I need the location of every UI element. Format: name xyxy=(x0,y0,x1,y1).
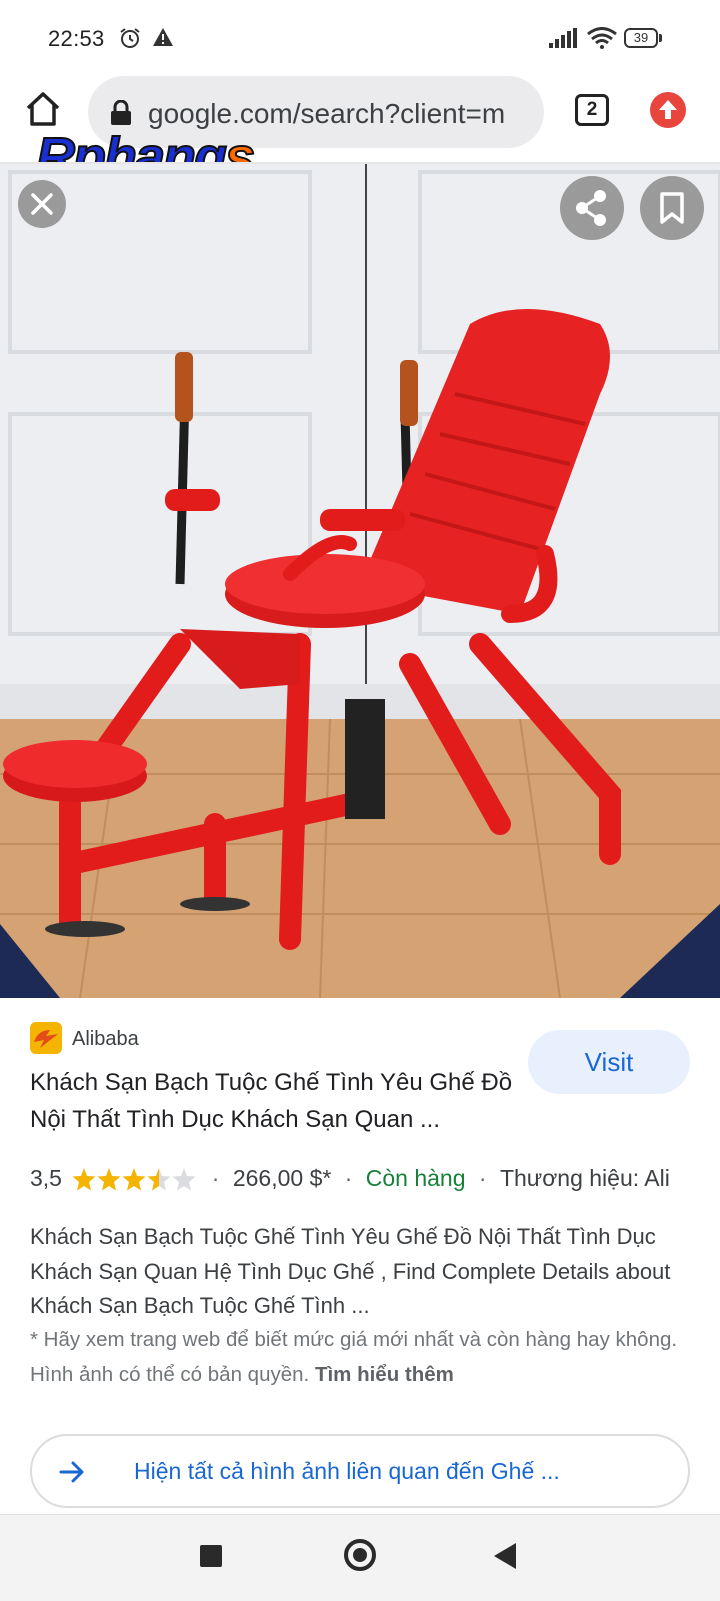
learn-more-link[interactable]: Tìm hiểu thêm xyxy=(315,1363,454,1386)
battery-icon: 39 xyxy=(624,28,664,50)
brand: Thương hiệu: Ali xyxy=(499,1165,670,1192)
signal-icon xyxy=(549,28,577,48)
save-bookmark-button[interactable] xyxy=(640,176,704,240)
stock-status: Còn hàng xyxy=(365,1165,466,1192)
source-name[interactable]: Alibaba xyxy=(72,1028,139,1051)
wifi-icon xyxy=(587,27,617,49)
home-button[interactable] xyxy=(344,1539,376,1571)
alibaba-logo-icon xyxy=(30,1022,62,1054)
visit-button[interactable]: Visit xyxy=(528,1030,690,1094)
close-button[interactable] xyxy=(18,180,66,228)
result-description: Khách Sạn Bạch Tuộc Ghế Tình Yêu Ghế Đồ … xyxy=(30,1224,671,1318)
browser-toolbar: google.com/search?client=m 2 Rphangs .NE… xyxy=(0,70,720,204)
result-title[interactable]: Khách Sạn Bạch Tuộc Ghế Tình Yêu Ghế Đồ … xyxy=(30,1064,520,1138)
back-button[interactable] xyxy=(494,1543,516,1569)
bookmark-icon xyxy=(660,192,684,224)
system-nav-bar xyxy=(0,1514,720,1601)
arrow-right-icon xyxy=(59,1461,84,1483)
home-icon[interactable] xyxy=(24,90,62,128)
recent-apps-button[interactable] xyxy=(200,1545,222,1567)
share-icon xyxy=(576,190,606,226)
warning-icon xyxy=(153,28,173,46)
star-rating-icon xyxy=(72,1167,196,1191)
price-disclaimer: * Hãy xem trang web để biết mức giá mới … xyxy=(30,1328,678,1386)
product-image[interactable] xyxy=(0,164,720,998)
product-meta-row: 3,5 · 266,00 $* · Còn hàng · Thương hiệu… xyxy=(30,1165,670,1192)
address-bar[interactable]: google.com/search?client=m xyxy=(88,76,544,148)
battery-level: 39 xyxy=(633,30,649,45)
tab-switcher-button[interactable]: 2 xyxy=(575,94,609,126)
arrow-up-icon xyxy=(659,100,677,119)
rating-value: 3,5 xyxy=(30,1165,62,1192)
related-images-button[interactable]: Hiện tất cả hình ảnh liên quan đến Ghế .… xyxy=(30,1434,690,1508)
share-button[interactable] xyxy=(560,176,624,240)
url-text[interactable]: google.com/search?client=m xyxy=(148,98,528,130)
close-icon xyxy=(31,193,53,215)
chair-photo xyxy=(0,164,720,998)
alarm-icon xyxy=(120,28,140,48)
status-time: 22:53 xyxy=(48,26,105,51)
price: 266,00 $* xyxy=(232,1165,332,1192)
update-icon[interactable] xyxy=(650,92,686,128)
related-images-label: Hiện tất cả hình ảnh liên quan đến Ghế .… xyxy=(134,1458,560,1484)
lock-icon xyxy=(111,100,131,125)
status-bar: 22:53 39 xyxy=(0,0,720,78)
